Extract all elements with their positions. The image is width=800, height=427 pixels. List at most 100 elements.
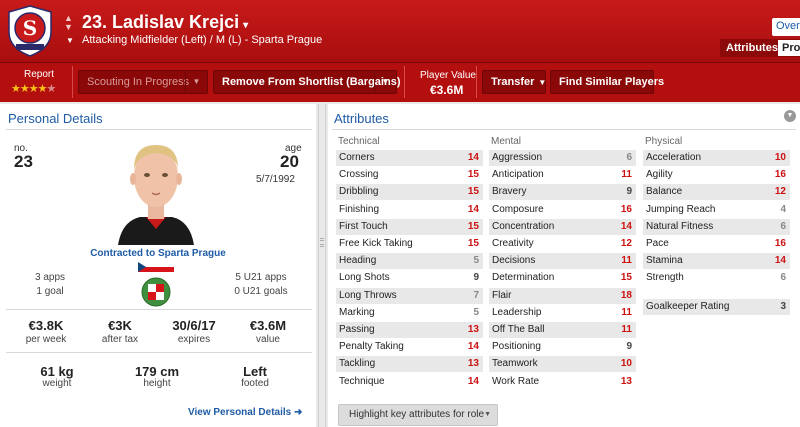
panel-splitter[interactable] (318, 104, 326, 427)
attribute-row-heading[interactable]: Heading 5 (336, 253, 483, 270)
attribute-value: 14 (467, 152, 479, 163)
attribute-name: Determination (492, 272, 555, 284)
attribute-value: 10 (774, 152, 786, 163)
attribute-row-natural-fitness[interactable]: Natural Fitness 6 (643, 218, 790, 235)
attribute-row-composure[interactable]: Composure 16 (489, 202, 636, 218)
splitter-grip[interactable] (320, 238, 324, 241)
attribute-row-finishing[interactable]: Finishing 14 (336, 202, 483, 218)
star-icon: ★ (28, 83, 39, 95)
player-name-text: 23. Ladislav Krejci (82, 12, 240, 32)
player-name-title[interactable]: 23. Ladislav Krejci ▾ (82, 12, 248, 33)
attribute-name: Off The Ball (492, 324, 545, 335)
attribute-value: 7 (473, 289, 479, 301)
attribute-value: 14 (467, 341, 479, 353)
attribute-row-leadership[interactable]: Leadership 11 (489, 305, 636, 321)
attribute-value: 5 (473, 255, 479, 267)
technical-column-title: Technical (338, 136, 380, 147)
attribute-row-long-throws[interactable]: Long Throws 7 (336, 287, 483, 304)
attribute-row-long-shots[interactable]: Long Shots 9 (336, 270, 483, 286)
divider (6, 129, 312, 130)
attribute-row-positioning[interactable]: Positioning 9 (489, 339, 636, 355)
view-personal-details-link[interactable]: View Personal Details ➜ (188, 407, 302, 418)
attribute-row-flair[interactable]: Flair 18 (489, 287, 636, 304)
attribute-name: Heading (339, 255, 377, 267)
attribute-row-creativity[interactable]: Creativity 12 (489, 236, 636, 252)
chevron-down-icon[interactable]: ▼ (784, 110, 796, 122)
chevron-down-icon[interactable]: ▼ (185, 71, 207, 93)
report-label: Report (24, 69, 55, 80)
after-tax-label: after tax (101, 334, 139, 345)
attribute-row-strength[interactable]: Strength 6 (643, 270, 790, 286)
personal-details-title: Personal Details (8, 111, 103, 126)
button-label: Highlight key attributes for role (349, 409, 485, 420)
attribute-name: First Touch (339, 220, 388, 232)
attribute-row-stamina[interactable]: Stamina 14 (643, 253, 790, 270)
remove-from-shortlist-button[interactable]: Remove From Shortlist (Bargains) ▼ (213, 70, 400, 94)
attribute-row-teamwork[interactable]: Teamwork 10 (489, 356, 636, 373)
attribute-row-work-rate[interactable]: Work Rate 13 (489, 374, 636, 390)
attribute-value: 12 (774, 186, 786, 198)
attribute-row-corners[interactable]: Corners 14 (336, 150, 483, 166)
star-icon: ★ (11, 83, 21, 95)
attribute-value: 6 (780, 272, 786, 284)
attribute-row-first-touch[interactable]: First Touch 15 (336, 218, 483, 235)
attribute-name: Work Rate (492, 375, 540, 387)
find-similar-players-button[interactable]: Find Similar Players (550, 70, 664, 94)
attribute-name: Penalty Taking (339, 341, 404, 353)
attribute-row-bravery[interactable]: Bravery 9 (489, 184, 636, 201)
attribute-value: 18 (620, 289, 632, 301)
attribute-value: 16 (774, 169, 786, 181)
attribute-name: Leadership (492, 306, 542, 318)
attribute-row-concentration[interactable]: Concentration 14 (489, 218, 636, 235)
attribute-row-passing[interactable]: Passing 13 (336, 322, 483, 338)
attribute-row-decisions[interactable]: Decisions 11 (489, 253, 636, 270)
transfer-button[interactable]: Transfer ▼ (482, 70, 546, 94)
attribute-row-pace[interactable]: Pace 16 (643, 236, 790, 252)
attribute-name: Creativity (492, 238, 534, 249)
contract-status[interactable]: Contracted to Sparta Prague (60, 248, 256, 259)
attribute-row-balance[interactable]: Balance 12 (643, 184, 790, 201)
player-value-amount: €3.6M (430, 83, 464, 97)
attribute-row-agility[interactable]: Agility 16 (643, 167, 790, 183)
attribute-row-off-the-ball[interactable]: Off The Ball 11 (489, 322, 636, 338)
scouting-in-progress-button[interactable]: Scouting In Progress ▼ (78, 70, 208, 94)
tab-overview[interactable]: Overview (772, 18, 800, 36)
attribute-name: Long Throws (339, 289, 397, 301)
divider (332, 129, 796, 130)
button-label: Scouting In Progress (87, 76, 190, 88)
attribute-value: 14 (774, 255, 786, 267)
attribute-row-dribbling[interactable]: Dribbling 15 (336, 184, 483, 201)
attribute-name: Concentration (492, 220, 555, 232)
player-nav-arrows[interactable]: ▲ ▼ (64, 14, 73, 32)
player-photo (116, 133, 196, 245)
splitter-grip[interactable] (320, 244, 324, 247)
scout-rating-stars[interactable]: ★★★★★ (11, 82, 56, 95)
czech-republic-flag-emblem (138, 262, 174, 307)
attribute-value: 9 (473, 272, 479, 284)
attribute-name: Anticipation (492, 169, 544, 181)
attribute-row-free-kick-taking[interactable]: Free Kick Taking 15 (336, 236, 483, 252)
attribute-row-determination[interactable]: Determination 15 (489, 270, 636, 286)
subtab-attributes[interactable]: Attributes (722, 40, 782, 56)
attribute-row-aggression[interactable]: Aggression 6 (489, 150, 636, 166)
attribute-row-penalty-taking[interactable]: Penalty Taking 14 (336, 339, 483, 355)
attribute-value: 15 (467, 238, 479, 249)
attribute-row-marking[interactable]: Marking 5 (336, 305, 483, 321)
attribute-row-acceleration[interactable]: Acceleration 10 (643, 150, 790, 166)
attribute-row-crossing[interactable]: Crossing 15 (336, 167, 483, 183)
attribute-name: Teamwork (492, 358, 538, 370)
chevron-down-icon[interactable]: ▾ (243, 20, 248, 31)
attribute-name: Flair (492, 289, 512, 301)
attribute-row-jumping-reach[interactable]: Jumping Reach 4 (643, 202, 790, 218)
attribute-value: 15 (467, 220, 479, 232)
highlight-key-attributes-button[interactable]: Highlight key attributes for role ▼ (338, 404, 498, 426)
goalkeeper-rating-row[interactable]: Goalkeeper Rating 3 (643, 299, 790, 315)
attribute-value: 10 (620, 358, 632, 370)
chevron-down-icon[interactable]: ▼ (66, 36, 74, 45)
preferred-foot-label: footed (241, 378, 269, 389)
attribute-row-tackling[interactable]: Tackling 13 (336, 356, 483, 373)
chevron-down-icon[interactable]: ▼ (374, 71, 396, 93)
subtab-profile[interactable]: Profile (778, 40, 800, 56)
attribute-row-technique[interactable]: Technique 14 (336, 374, 483, 390)
attribute-row-anticipation[interactable]: Anticipation 11 (489, 167, 636, 183)
